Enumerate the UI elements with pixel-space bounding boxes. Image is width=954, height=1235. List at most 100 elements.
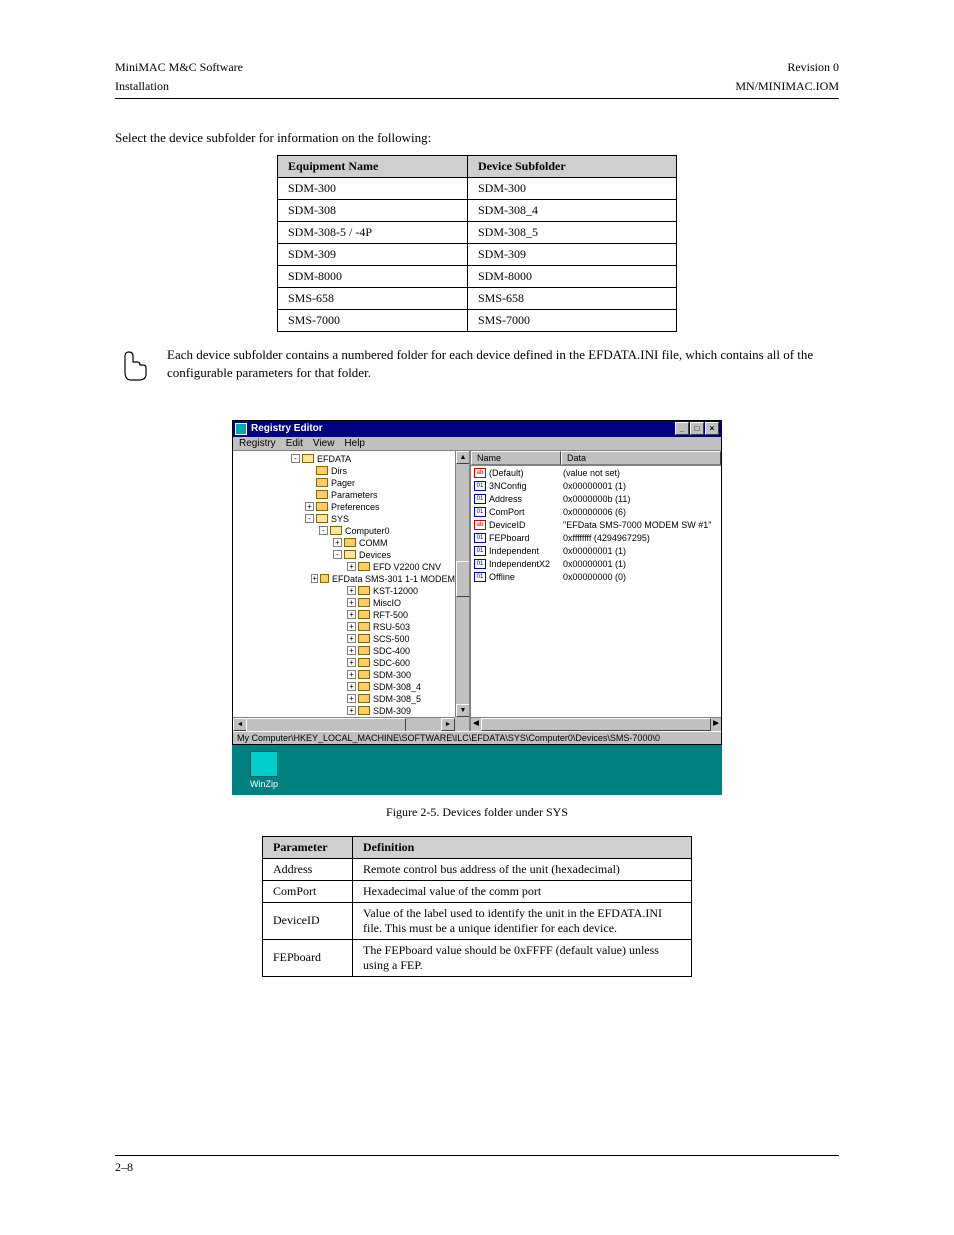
list-row[interactable]: 013NConfig0x00000001 (1) [471, 480, 721, 493]
scroll-right-button[interactable]: ► [441, 718, 455, 731]
tree-hscroll[interactable]: ◄ ► [233, 717, 455, 731]
tree-node[interactable]: + SDM-300 [235, 669, 455, 681]
tree-node[interactable]: + SDC-400 [235, 645, 455, 657]
tree-expander[interactable]: + [347, 598, 356, 607]
tree-node[interactable]: +SDM-308_4 [235, 681, 455, 693]
parameter-table: Parameter Definition AddressRemote contr… [262, 836, 692, 977]
scroll-left-button[interactable]: ◄ [233, 718, 247, 731]
list-row[interactable]: abDeviceID"EFData SMS-7000 MODEM SW #1" [471, 519, 721, 532]
desktop-icon[interactable]: WinZip [250, 751, 278, 789]
tree-node[interactable]: +SDM-309 [235, 705, 455, 717]
tree-expander[interactable]: - [305, 514, 314, 523]
col-data[interactable]: Data [561, 451, 721, 465]
folder-icon [358, 598, 370, 607]
folder-icon [302, 454, 314, 463]
tree-node[interactable]: + COMM [235, 537, 455, 549]
menu-edit[interactable]: Edit [286, 438, 303, 449]
tree-node[interactable]: +SDM-308_5 [235, 693, 455, 705]
header-subright: MN/MINIMAC.IOM [735, 79, 839, 94]
tree-node[interactable]: +RFT-500 [235, 609, 455, 621]
tree-label: COMM [359, 537, 388, 549]
registry-window: Registry Editor _ □ × Registry Edit View… [232, 420, 722, 745]
tree-expander[interactable]: + [347, 706, 356, 715]
menu-help[interactable]: Help [344, 438, 365, 449]
list-hscroll-thumb[interactable] [481, 718, 711, 731]
tree-node[interactable]: -EFDATA [235, 453, 455, 465]
close-button[interactable]: × [705, 422, 719, 435]
list-hscroll[interactable]: ◄ ► [471, 717, 721, 731]
menu-view[interactable]: View [313, 438, 335, 449]
tree-expander[interactable]: + [347, 694, 356, 703]
scroll-up-button[interactable]: ▲ [456, 451, 470, 464]
tree-expander[interactable]: + [347, 682, 356, 691]
folder-icon [316, 490, 328, 499]
folder-icon [316, 502, 328, 511]
tree-expander[interactable]: + [347, 670, 356, 679]
list-row[interactable]: 01Address0x0000000b (11) [471, 493, 721, 506]
hscroll-thumb[interactable] [246, 718, 406, 731]
value-name: FEPboard [489, 533, 563, 543]
tree-node[interactable]: -Devices [235, 549, 455, 561]
tree-expander[interactable]: + [311, 574, 318, 583]
table-cell: Address [263, 858, 353, 880]
footer: 2–8 [115, 1155, 839, 1175]
folder-icon [320, 574, 329, 583]
table-cell: SMS-658 [278, 287, 468, 309]
tree-expander[interactable]: + [347, 646, 356, 655]
list-scroll-right[interactable]: ► [711, 718, 721, 731]
tree-expander[interactable]: + [347, 622, 356, 631]
list-row[interactable]: 01IndependentX20x00000001 (1) [471, 558, 721, 571]
folder-icon [358, 562, 370, 571]
tree-label: SDM-300 [373, 669, 411, 681]
tree-expander[interactable]: + [347, 586, 356, 595]
value-name: Address [489, 494, 563, 504]
tree-expander[interactable]: + [347, 610, 356, 619]
tree-vscroll[interactable]: ▲ ▼ [455, 451, 469, 717]
tree-node[interactable]: Pager [235, 477, 455, 489]
tree-node[interactable]: Parameters [235, 489, 455, 501]
tree-expander[interactable]: + [333, 538, 342, 547]
value-name: Independent [489, 546, 563, 556]
table-cell: SDM-308_4 [468, 199, 677, 221]
tree-node[interactable]: +KST-12000 [235, 585, 455, 597]
tree-node[interactable]: +SDC-600 [235, 657, 455, 669]
scroll-thumb[interactable] [456, 561, 470, 597]
maximize-button[interactable]: □ [690, 422, 704, 435]
tree-expander[interactable]: + [347, 562, 356, 571]
scroll-down-button[interactable]: ▼ [456, 704, 470, 717]
minimize-button[interactable]: _ [675, 422, 689, 435]
binary-value-icon: 01 [474, 533, 486, 543]
list-row[interactable]: ab(Default)(value not set) [471, 467, 721, 480]
tree-node[interactable]: +SCS-500 [235, 633, 455, 645]
list-row[interactable]: 01ComPort0x00000006 (6) [471, 506, 721, 519]
tree-node[interactable]: +EFData SMS-301 1-1 MODEM [235, 573, 455, 585]
tree-expander[interactable]: + [305, 502, 314, 511]
value-name: DeviceID [489, 520, 563, 530]
binary-value-icon: 01 [474, 481, 486, 491]
tree-node[interactable]: +Preferences [235, 501, 455, 513]
tree-node[interactable]: +RSU-503 [235, 621, 455, 633]
tree-expander[interactable]: - [291, 454, 300, 463]
folder-icon [316, 478, 328, 487]
tree-expander[interactable]: + [347, 634, 356, 643]
menu-registry[interactable]: Registry [239, 438, 276, 449]
tree-node[interactable]: +MiscIO [235, 597, 455, 609]
list-row[interactable]: 01Independent0x00000001 (1) [471, 545, 721, 558]
tree-expander[interactable]: - [319, 526, 328, 535]
tree-node[interactable]: - SYS [235, 513, 455, 525]
col-name[interactable]: Name [471, 451, 561, 465]
list-pane: Name Data ab(Default)(value not set)013N… [471, 451, 721, 731]
tree-expander[interactable]: - [333, 550, 342, 559]
list-row[interactable]: 01FEPboard0xffffffff (4294967295) [471, 532, 721, 545]
tree-expander[interactable]: + [347, 658, 356, 667]
binary-value-icon: 01 [474, 494, 486, 504]
tree-node[interactable]: +EFD V2200 CNV [235, 561, 455, 573]
table-cell: ComPort [263, 880, 353, 902]
tree-node[interactable]: Dirs [235, 465, 455, 477]
tree-label: SDC-400 [373, 645, 410, 657]
table-cell: FEPboard [263, 939, 353, 976]
list-row[interactable]: 01Offline0x00000000 (0) [471, 571, 721, 584]
list-scroll-left[interactable]: ◄ [471, 718, 481, 731]
tree-node[interactable]: -Computer0 [235, 525, 455, 537]
tree-label: SYS [331, 513, 349, 525]
